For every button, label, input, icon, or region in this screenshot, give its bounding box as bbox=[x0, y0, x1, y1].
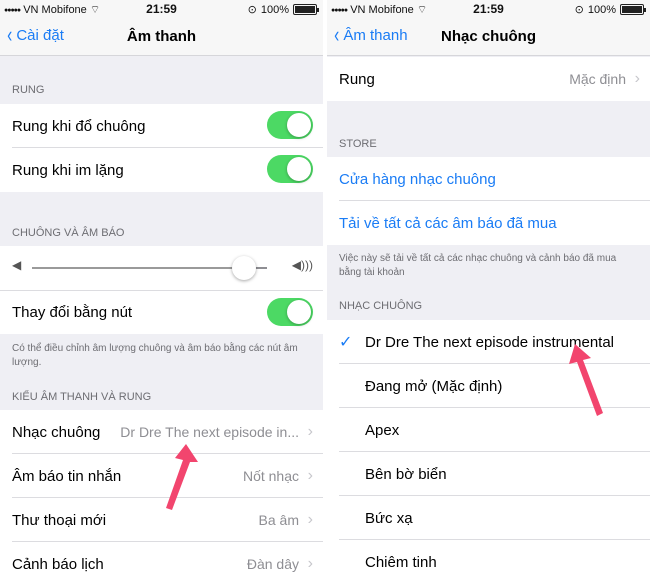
ringtone-label: Bên bờ biển bbox=[365, 465, 447, 483]
calendar-alerts-row[interactable]: Cảnh báo lịch Đàn dây › bbox=[0, 542, 323, 578]
section-header-sounds: KIỂU ÂM THANH VÀ RUNG bbox=[12, 391, 152, 403]
row-value: Ba âm bbox=[258, 512, 299, 528]
navigation-bar: ‹ Cài đặt Âm thanh bbox=[0, 18, 323, 56]
row-label: Thay đổi bằng nút bbox=[12, 304, 133, 321]
sound-settings-screen: ●●●●● VN Mobifone ⌔ 21:59 ⊙ 100% ‹ Cài đặt… bbox=[0, 0, 323, 578]
ringtone-item[interactable]: Bên bờ biển bbox=[327, 452, 650, 496]
row-label: Cảnh báo lịch bbox=[12, 555, 104, 573]
download-all-tones-link[interactable]: Tải về tất cả các âm báo đã mua bbox=[327, 201, 650, 245]
row-value: Đàn dây bbox=[246, 556, 299, 572]
ringtone-screen: ●●●●● VN Mobifone ⌔ 21:59 ⊙ 100% ‹ Âm than… bbox=[327, 0, 650, 578]
row-label: Nhạc chuông bbox=[12, 423, 101, 441]
battery-percent: 100% bbox=[587, 3, 616, 16]
ringtone-item[interactable]: Bức xạ bbox=[327, 496, 650, 540]
pointer-arrow-icon bbox=[166, 444, 198, 510]
status-bar: ●●●●● VN Mobifone ⌔ 21:59 ⊙ 100% bbox=[0, 0, 323, 18]
store-note: Việc này sẽ tải về tất cả các nhạc chuôn… bbox=[339, 253, 617, 278]
battery-icon bbox=[620, 4, 646, 15]
row-label: Thư thoại mới bbox=[12, 511, 107, 529]
battery-percent: 100% bbox=[260, 3, 289, 16]
tone-store-link[interactable]: Cửa hàng nhạc chuông bbox=[327, 157, 650, 201]
section-header-ringtones: NHẠC CHUÔNG bbox=[339, 300, 423, 312]
volume-fill bbox=[32, 267, 244, 269]
row-label: Rung bbox=[339, 70, 375, 88]
ringtone-label: Bức xạ bbox=[365, 509, 413, 527]
page-title: Nhạc chuông bbox=[440, 28, 536, 45]
row-value: Mặc định bbox=[569, 71, 626, 87]
change-with-buttons-row: Thay đổi bằng nút bbox=[0, 290, 323, 334]
ringtone-item[interactable]: Chiêm tinh bbox=[327, 540, 650, 578]
vibrate-on-ring-toggle[interactable] bbox=[267, 111, 313, 139]
store-group: Cửa hàng nhạc chuông Tải về tất cả các â… bbox=[327, 157, 650, 245]
rung-group: Rung khi đổ chuông Rung khi im lặng bbox=[0, 104, 323, 192]
section-header-ringer: CHUÔNG VÀ ÂM BÁO bbox=[12, 227, 125, 239]
vibration-row[interactable]: Rung Mặc định › bbox=[327, 57, 650, 101]
checkmark-icon: ✓ bbox=[339, 334, 353, 351]
row-label: Rung khi đổ chuông bbox=[12, 117, 146, 135]
chevron-right-icon: › bbox=[634, 70, 640, 87]
vibrate-on-silent-row: Rung khi im lặng bbox=[0, 148, 323, 192]
pointer-arrow-icon bbox=[569, 344, 603, 416]
chevron-right-icon: › bbox=[307, 555, 313, 572]
status-bar: ●●●●● VN Mobifone ⌔ 21:59 ⊙ 100% bbox=[327, 0, 650, 18]
battery-icon bbox=[293, 4, 319, 15]
row-value: Dr Dre The next episode in... bbox=[120, 424, 299, 440]
speaker-low-icon: ◀ bbox=[12, 258, 22, 272]
chevron-right-icon: › bbox=[307, 467, 313, 484]
ringtone-label: Apex bbox=[365, 421, 400, 439]
ringtone-label: Đang mở (Mặc định) bbox=[365, 377, 503, 395]
footer-note: Có thể điều chỉnh âm lượng chuông và âm … bbox=[12, 343, 298, 368]
volume-slider[interactable]: ◀ ◀))) bbox=[0, 246, 323, 290]
section-header-store: STORE bbox=[339, 138, 377, 150]
section-header-rung: RUNG bbox=[12, 84, 45, 96]
lock-rotation-icon: ⊙ bbox=[247, 4, 257, 16]
row-label: Rung khi im lặng bbox=[12, 161, 124, 179]
ringtone-label: Chiêm tinh bbox=[365, 553, 437, 571]
lock-rotation-icon: ⊙ bbox=[574, 4, 584, 16]
change-with-buttons-toggle[interactable] bbox=[267, 298, 313, 326]
ringer-group: ◀ ◀))) Thay đổi bằng nút bbox=[0, 246, 323, 334]
navigation-bar: ‹ Âm thanh Nhạc chuông bbox=[327, 18, 650, 56]
row-value: Nốt nhạc bbox=[242, 468, 299, 484]
chevron-right-icon: › bbox=[307, 423, 313, 440]
vibrate-on-silent-toggle[interactable] bbox=[267, 155, 313, 183]
chevron-right-icon: › bbox=[307, 511, 313, 528]
page-title: Âm thanh bbox=[126, 28, 197, 45]
volume-thumb[interactable] bbox=[231, 256, 256, 280]
row-label: Âm báo tin nhắn bbox=[12, 467, 122, 485]
speaker-high-icon: ◀))) bbox=[291, 258, 313, 272]
rung-group: Rung Mặc định › bbox=[327, 57, 650, 101]
vibrate-on-ring-row: Rung khi đổ chuông bbox=[0, 104, 323, 148]
screenshot-composite: ●●●●● VN Mobifone ⌔ 21:59 ⊙ 100% ‹ Cài đặt… bbox=[0, 0, 650, 578]
